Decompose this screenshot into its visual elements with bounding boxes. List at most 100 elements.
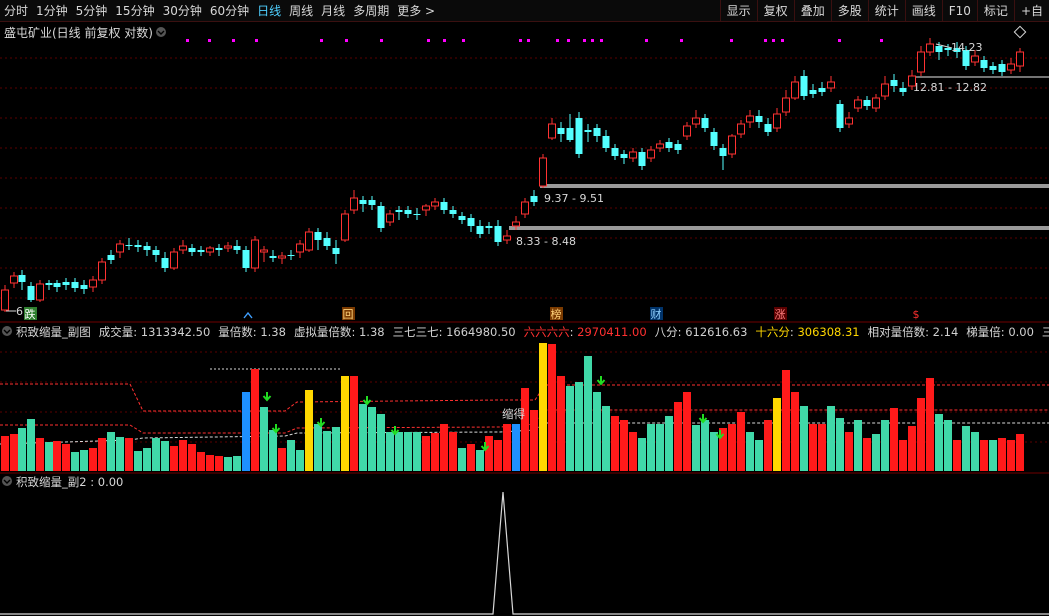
volume-bar: [260, 407, 268, 471]
signal-dot: [320, 39, 323, 42]
candle-down: [530, 190, 538, 206]
toolbar-button-8[interactable]: +自: [1013, 0, 1049, 22]
title-dropdown-icon[interactable]: [156, 27, 166, 37]
signal-dot: [427, 39, 430, 42]
sub1-field-label: 八分: [655, 325, 678, 339]
candle-up: [10, 272, 18, 288]
event-marker-label: $: [913, 308, 920, 321]
toolbar-button-6[interactable]: F10: [941, 0, 977, 22]
candle-down: [593, 124, 601, 142]
candle-down: [989, 62, 997, 74]
zone-bars: [509, 76, 1049, 230]
volume-bar: [521, 388, 529, 471]
volume-bar: [62, 444, 70, 471]
candle-up: [647, 146, 655, 162]
volume-bar: [251, 369, 259, 471]
sub1-name: 积致缩量_副图: [16, 325, 91, 339]
kline-chart[interactable]: 盛屯矿业(日线 前复权 对数) 12.81 - 12.82 9.37 - 9.5…: [0, 22, 1049, 616]
signal-dot: [345, 39, 348, 42]
signal-dot: [556, 39, 559, 42]
sub1-field-value: 612616.63: [685, 325, 747, 339]
candle-up: [1016, 48, 1024, 72]
event-marker-label: 回: [343, 308, 354, 321]
volume-bar: [818, 424, 826, 471]
toolbar-button-0[interactable]: 显示: [719, 0, 757, 22]
period-tab-6[interactable]: 日线: [253, 0, 285, 22]
candle-down: [584, 124, 592, 142]
toolbar-button-1[interactable]: 复权: [756, 0, 794, 22]
volume-bar: [467, 444, 475, 471]
sub1-field-value: 1.38: [260, 325, 286, 339]
toolbar-button-7[interactable]: 标记: [976, 0, 1014, 22]
sub1-dropdown-icon[interactable]: [2, 326, 12, 336]
toolbar-button-5[interactable]: 画线: [904, 0, 942, 22]
candle-down: [197, 246, 205, 256]
candle-up: [116, 240, 124, 258]
candle-down: [665, 138, 673, 152]
volume-bar: [197, 452, 205, 471]
candle-down: [863, 96, 871, 110]
volume-bar: [10, 434, 18, 471]
candle-up: [251, 236, 259, 272]
volume-bar: [566, 386, 574, 471]
event-marker-3[interactable]: 财: [650, 307, 663, 321]
candle-up: [386, 210, 394, 226]
period-tab-5[interactable]: 60分钟: [206, 0, 253, 22]
candle-up: [656, 140, 664, 152]
diamond-icon[interactable]: [1013, 25, 1027, 39]
volume-bar: [125, 438, 133, 471]
volume-bar: [620, 420, 628, 471]
candle-up: [36, 280, 44, 302]
volume-bar: [134, 451, 142, 471]
toolbar-right-buttons: 显示 复权 叠加 多股 统计 画线 F10 标记 +自: [719, 0, 1049, 22]
candle-down: [242, 246, 250, 272]
max-price-marker: 14.23: [935, 41, 983, 54]
event-marker-0[interactable]: 跌: [24, 307, 37, 321]
volume-bar: [575, 382, 583, 471]
volume-bar: [116, 437, 124, 471]
period-tab-2[interactable]: 5分钟: [72, 0, 112, 22]
zone-label-low: 8.33 - 8.48: [516, 235, 576, 248]
toolbar-button-4[interactable]: 统计: [867, 0, 905, 22]
main-title: 盛屯矿业(日线 前复权 对数): [4, 25, 153, 40]
volume-bar: [152, 438, 160, 471]
period-tab-8[interactable]: 月线: [317, 0, 349, 22]
period-tab-4[interactable]: 30分钟: [159, 0, 206, 22]
period-tab-10[interactable]: 更多 >: [393, 0, 439, 22]
volume-bar: [404, 432, 412, 471]
toolbar-button-3[interactable]: 多股: [830, 0, 868, 22]
candle-down: [18, 270, 26, 290]
down-arrow-icon: [262, 392, 272, 402]
volume-bar: [917, 398, 925, 471]
signal-dot: [443, 39, 446, 42]
event-marker-label: 财: [651, 307, 662, 321]
period-tab-0[interactable]: 分时: [0, 0, 32, 22]
volume-bar: [872, 434, 880, 471]
candle-down: [53, 280, 61, 292]
sub2-dropdown-icon[interactable]: [2, 476, 12, 486]
toolbar-button-2[interactable]: 叠加: [793, 0, 831, 22]
candle-down: [494, 220, 502, 246]
zone-label-top: 12.81 - 12.82: [913, 81, 987, 94]
event-marker-4[interactable]: 涨: [774, 307, 787, 321]
period-tab-9[interactable]: 多周期: [349, 0, 393, 22]
candle-down: [638, 148, 646, 170]
signal-dots: [186, 39, 883, 42]
sub1-field-value: 306308.31: [797, 325, 859, 339]
candle-down: [215, 244, 223, 256]
period-tab-7[interactable]: 周线: [285, 0, 317, 22]
period-tab-3[interactable]: 15分钟: [111, 0, 158, 22]
candle-down: [107, 250, 115, 264]
event-marker-5[interactable]: $: [910, 307, 923, 321]
max-price-label: 14.23: [951, 41, 983, 54]
event-marker-2[interactable]: 榜: [550, 307, 563, 321]
candle-up: [791, 76, 799, 100]
candle-down: [575, 112, 583, 158]
event-marker-label: 跌: [25, 307, 36, 321]
event-marker-1[interactable]: 回: [342, 307, 355, 321]
candle-down: [413, 208, 421, 220]
period-tab-1[interactable]: 1分钟: [32, 0, 72, 22]
volume-bar: [278, 448, 286, 471]
volume-bar: [18, 428, 26, 471]
candle-down: [458, 212, 466, 224]
